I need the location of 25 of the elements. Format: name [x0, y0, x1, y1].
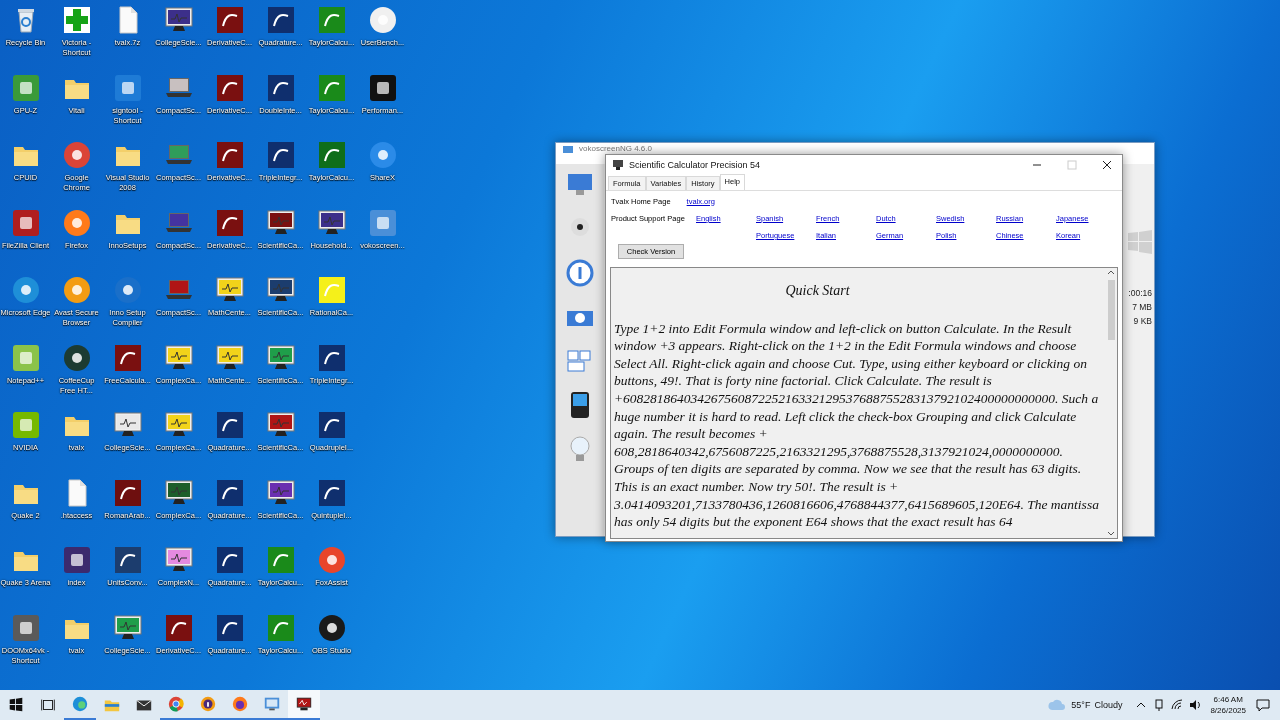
recorder-icon	[562, 144, 574, 156]
help-heading: Quick Start	[784, 282, 851, 300]
clock-date[interactable]: 8/26/2025	[1210, 705, 1246, 716]
close-icon[interactable]	[1102, 160, 1112, 170]
scroll-up-icon[interactable]	[1107, 268, 1115, 276]
scroll-down-icon[interactable]	[1107, 530, 1115, 538]
monitor-icon	[612, 159, 624, 171]
wifi-icon[interactable]	[1170, 698, 1185, 712]
clock-time[interactable]: 6:46 AM	[1213, 694, 1243, 705]
help-paragraph: Type 1+2 into Edit Formula window and left-click on button Calculate. In the Result window +3 appears. Right-click on the 1+2 in the Edit Formula windows and choose Select All. Right-click again and choose Cut. Type, using either keyboard or clicking on buttons, 49!. That is forty nine factorial. Click Calculate. The result is +6082818640342675608722521633212953768875528313792102400000000000. Such a huge number it is hard to read. Left click the check-box Grouping and click Calculate again. The result becomes + 608,2818640342,6756087225,2163321295,3768875528,3137921024,0000000000. Groups of ten digits are separated by comma. Now we see that the result has 63 digits. This is an exact number. Now try 50!. The result is + 3.0414093201,7133780436,1260816606,4768844377,6415689605,120E64. The mantissa has only 54 digits but the exponent E64 shows that the exact result has 64	[614, 319, 1100, 531]
volume-icon[interactable]	[1188, 698, 1203, 712]
scroll-thumb[interactable]	[1107, 280, 1115, 340]
readout-text: 9 KB	[1133, 316, 1152, 326]
weather-text[interactable]: Cloudy	[1094, 700, 1123, 710]
window-title: vokoscreenNG 4.6.0	[579, 144, 652, 153]
window-title: Scientific Calculator Precision 54	[629, 160, 761, 170]
temperature-text[interactable]: 55°F	[1071, 700, 1091, 710]
taskbar-app-icon[interactable]	[288, 690, 320, 720]
readout-text: 7 MB	[1132, 302, 1152, 312]
windows-logo-icon[interactable]	[7, 696, 25, 714]
readout-text: :00:16	[1128, 288, 1152, 298]
scrollbar[interactable]	[1105, 268, 1117, 538]
windows-logo-icon	[1128, 230, 1152, 254]
notification-icon[interactable]	[1256, 698, 1270, 712]
info-icon[interactable]	[565, 258, 595, 288]
